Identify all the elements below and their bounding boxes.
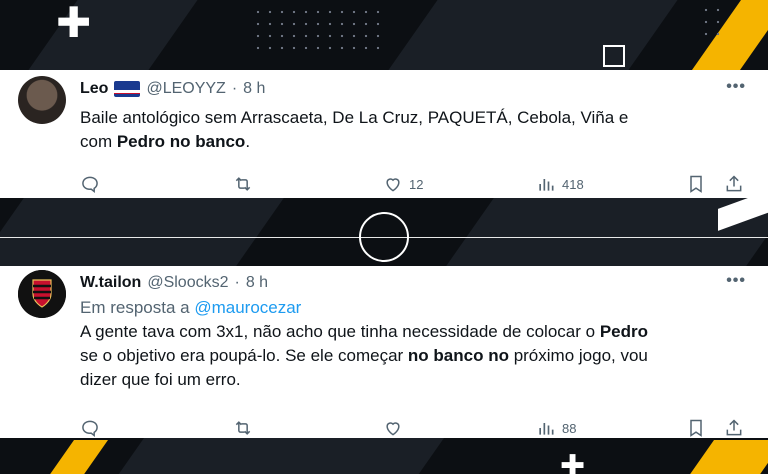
retweet-icon — [235, 421, 251, 435]
text-segment: próximo jogo, vou — [508, 346, 648, 365]
text-segment: com — [80, 132, 117, 151]
reply-button[interactable] — [80, 174, 233, 194]
action-bar: 12 418 — [80, 174, 748, 194]
like-icon — [386, 178, 400, 192]
tweet-card[interactable]: W.tailon @Sloocks2 · 8 h ••• Em resposta… — [0, 266, 768, 438]
center-circle-icon — [359, 212, 409, 262]
like-icon — [386, 422, 400, 436]
share-button[interactable] — [724, 418, 744, 438]
separator-dot: · — [231, 80, 238, 97]
reply-icon — [82, 420, 98, 438]
share-button[interactable] — [724, 174, 744, 194]
tweet-header: Leo @LEOYYZ · 8 h — [80, 80, 265, 98]
share-icon — [726, 419, 742, 436]
views-button[interactable]: 88 — [536, 418, 686, 438]
bg-dot-grid — [252, 6, 380, 52]
tweet-line: dizer que foi um erro. — [80, 370, 241, 389]
timestamp[interactable]: 8 h — [243, 80, 265, 98]
more-icon[interactable]: ••• — [726, 272, 746, 290]
separator-dot: · — [234, 274, 240, 291]
bookmark-icon — [690, 175, 702, 193]
retweet-button[interactable] — [233, 418, 383, 438]
action-bar: 88 — [80, 418, 748, 438]
mention-link[interactable]: @maurocezar — [194, 298, 301, 317]
reply-context: Em resposta a @maurocezar — [80, 296, 732, 320]
view-count: 418 — [562, 176, 584, 192]
user-handle[interactable]: @Sloocks2 — [147, 274, 228, 292]
plus-icon: ✚ — [56, 0, 92, 46]
bold-text: Pedro no banco — [116, 132, 246, 151]
bookmark-button[interactable] — [686, 174, 724, 194]
square-outline-icon — [603, 45, 625, 67]
reply-icon — [82, 176, 98, 194]
view-count: 88 — [562, 420, 577, 436]
bg-stripe — [115, 438, 445, 474]
plus-icon: ✚ — [560, 450, 586, 474]
like-button[interactable]: 12 — [383, 174, 536, 194]
share-icon — [726, 175, 742, 192]
tweet-text: Em resposta a @maurocezar A gente tava c… — [80, 296, 732, 392]
text-segment: . — [245, 132, 251, 151]
like-button[interactable] — [383, 418, 536, 438]
tweet-card[interactable]: Leo @LEOYYZ · 8 h ••• Baile antológico s… — [0, 70, 768, 198]
bookmark-button[interactable] — [686, 418, 724, 438]
timestamp[interactable]: 8 h — [246, 274, 268, 292]
bookmark-icon — [690, 419, 702, 437]
flag-icon — [114, 81, 141, 97]
tweet-text: Baile antológico sem Arrascaeta, De La C… — [80, 106, 732, 154]
avatar[interactable] — [18, 76, 66, 124]
tweet-line: com Pedro no banco. — [80, 130, 732, 154]
bold-text: Pedro — [599, 322, 648, 341]
avatar[interactable] — [18, 270, 66, 318]
bg-dot-grid — [700, 4, 726, 44]
text-segment: se o objetivo era poupá-lo. Se ele começ… — [80, 346, 408, 365]
bg-stripe — [388, 0, 692, 70]
reply-prefix: Em resposta a — [80, 298, 195, 317]
retweet-icon — [235, 177, 251, 191]
tweet-line: se o objetivo era poupá-lo. Se ele começ… — [80, 344, 732, 368]
views-button[interactable]: 418 — [536, 174, 686, 194]
tweet-line: Baile antológico sem Arrascaeta, De La C… — [80, 108, 629, 127]
tweet-header: W.tailon @Sloocks2 · 8 h — [80, 274, 268, 292]
text-segment: A gente tava com 3x1, não acho que tinha… — [80, 322, 600, 341]
bg-stripe — [0, 198, 284, 266]
retweet-button[interactable] — [233, 174, 383, 194]
bg-yellow-stripe — [685, 440, 768, 474]
bold-text: no banco no — [407, 346, 509, 365]
bg-yellow-stripe — [45, 440, 109, 474]
user-handle[interactable]: @LEOYYZ — [146, 80, 225, 98]
views-icon — [539, 179, 554, 191]
tweet-line: A gente tava com 3x1, não acho que tinha… — [80, 320, 732, 344]
like-count: 12 — [409, 176, 424, 192]
more-icon[interactable]: ••• — [726, 78, 746, 96]
display-name[interactable]: W.tailon — [80, 274, 141, 292]
club-crest-icon — [18, 270, 66, 318]
reply-button[interactable] — [80, 418, 233, 438]
display-name[interactable]: Leo — [80, 80, 108, 98]
views-icon — [539, 423, 554, 435]
